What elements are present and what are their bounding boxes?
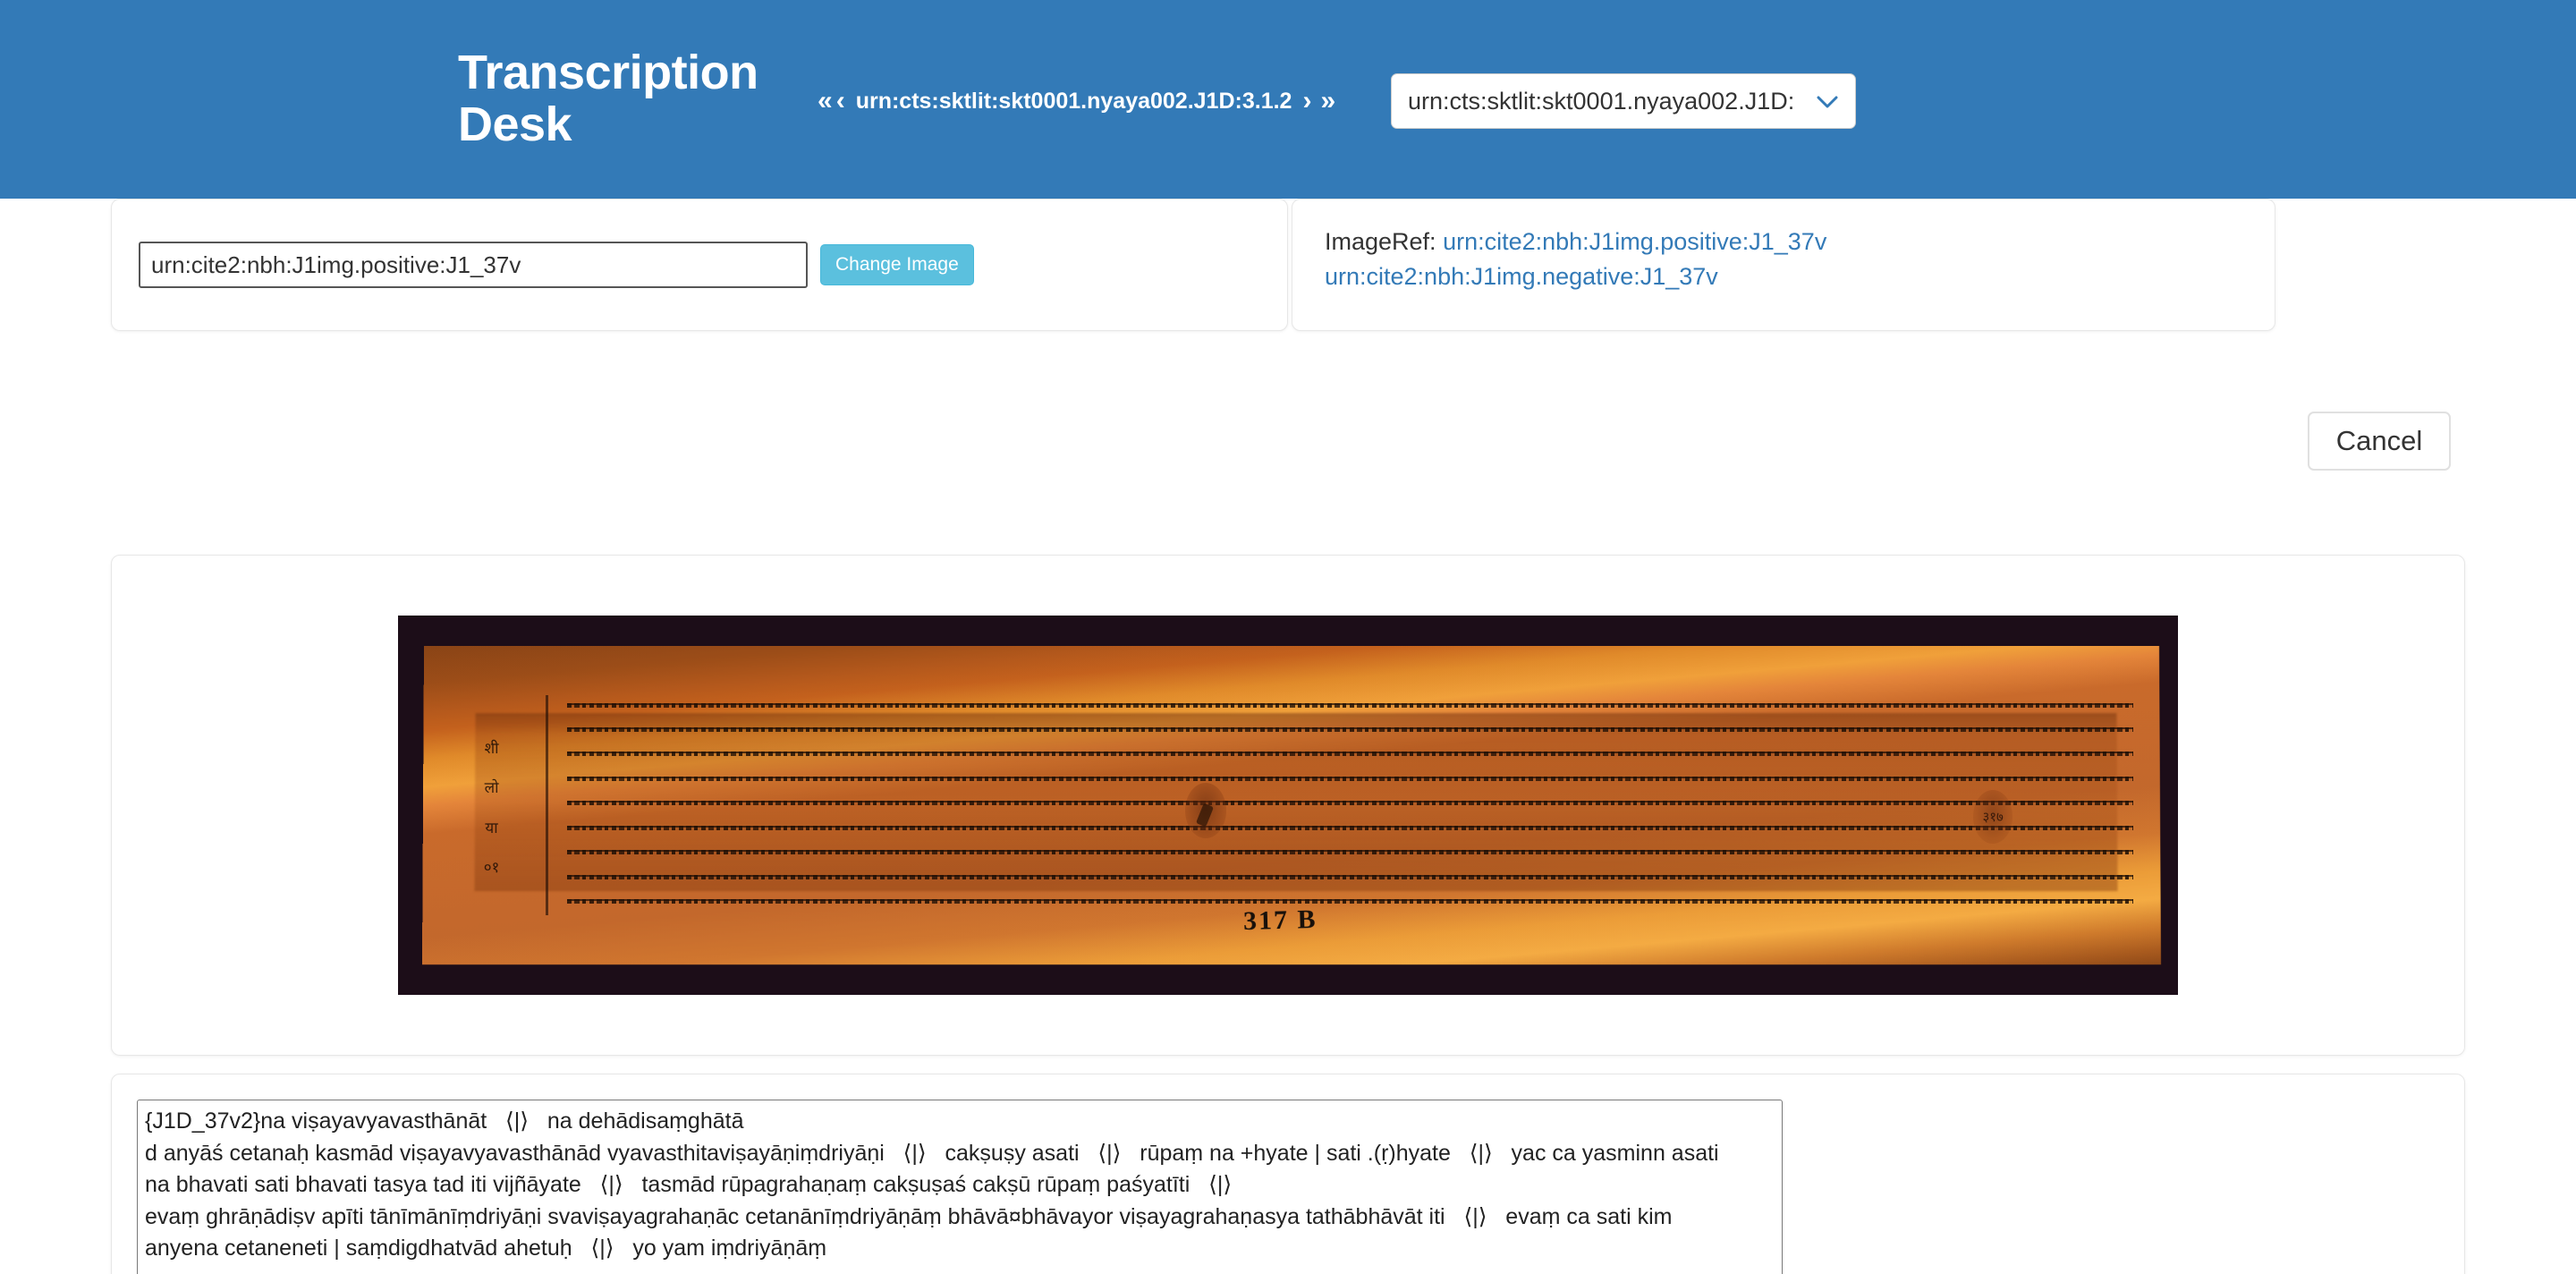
last-passage-icon[interactable]: » <box>1313 88 1335 115</box>
previous-passage-icon[interactable]: ‹ <box>835 88 847 115</box>
first-passage-icon[interactable]: « <box>816 88 835 115</box>
imageref-negative-link[interactable]: urn:cite2:nbh:J1img.negative:J1_37v <box>1325 263 1718 290</box>
imageref-panel: ImageRef: urn:cite2:nbh:J1img.positive:J… <box>1292 199 2275 331</box>
change-image-button[interactable]: Change Image <box>820 244 974 285</box>
brand-title: Transcription Desk <box>458 47 762 151</box>
manuscript-image[interactable]: शी लो या ०१ ३१७ 317 B <box>398 616 2178 995</box>
urn-select-dropdown[interactable]: urn:cts:sktlit:skt0001.nyaya002.J1D: <box>1391 73 1856 129</box>
brand-title-line2: Desk <box>458 98 572 152</box>
manuscript-seal-right: ३१७ <box>1973 790 2013 845</box>
cancel-button[interactable]: Cancel <box>2308 412 2451 471</box>
change-image-panel: Change Image <box>111 199 1288 331</box>
image-controls-row: Change Image ImageRef: urn:cite2:nbh:J1i… <box>111 199 2465 331</box>
manuscript-margin-glyphs: शी लो या ०१ <box>477 729 507 888</box>
chevron-down-icon <box>1816 88 1839 115</box>
imageref-positive-row: ImageRef: urn:cite2:nbh:J1img.positive:J… <box>1325 225 2242 259</box>
manuscript-image-panel: शी लो या ०१ ३१७ 317 B <box>111 555 2465 1056</box>
current-passage-urn: urn:cts:sktlit:skt0001.nyaya002.J1D:3.1.… <box>855 88 1292 114</box>
transcription-panel <box>111 1074 2465 1274</box>
cancel-wrapper: Cancel <box>2308 412 2451 471</box>
manuscript-seal-center <box>1184 782 1226 838</box>
image-urn-input[interactable] <box>139 242 808 288</box>
app-header: Transcription Desk « ‹ urn:cts:sktlit:sk… <box>0 0 2576 199</box>
margin-glyph: ०१ <box>483 859 500 878</box>
margin-glyph: शी <box>484 739 499 758</box>
imageref-positive-link[interactable]: urn:cite2:nbh:J1img.positive:J1_37v <box>1443 228 1826 255</box>
brand-title-line1: Transcription <box>458 46 758 99</box>
imageref-label: ImageRef: <box>1325 228 1436 255</box>
transcription-textarea[interactable] <box>137 1100 1783 1274</box>
urn-select-value: urn:cts:sktlit:skt0001.nyaya002.J1D: <box>1408 87 1795 115</box>
imageref-negative-row: urn:cite2:nbh:J1img.negative:J1_37v <box>1325 259 2242 294</box>
margin-glyph: या <box>485 819 498 837</box>
passage-navigation: « ‹ urn:cts:sktlit:skt0001.nyaya002.J1D:… <box>816 88 1335 115</box>
margin-glyph: लो <box>484 779 499 798</box>
next-passage-icon[interactable]: › <box>1301 88 1313 115</box>
manuscript-folio-mark: 317 B <box>1242 905 1318 937</box>
manuscript-margin-rule <box>546 695 549 915</box>
